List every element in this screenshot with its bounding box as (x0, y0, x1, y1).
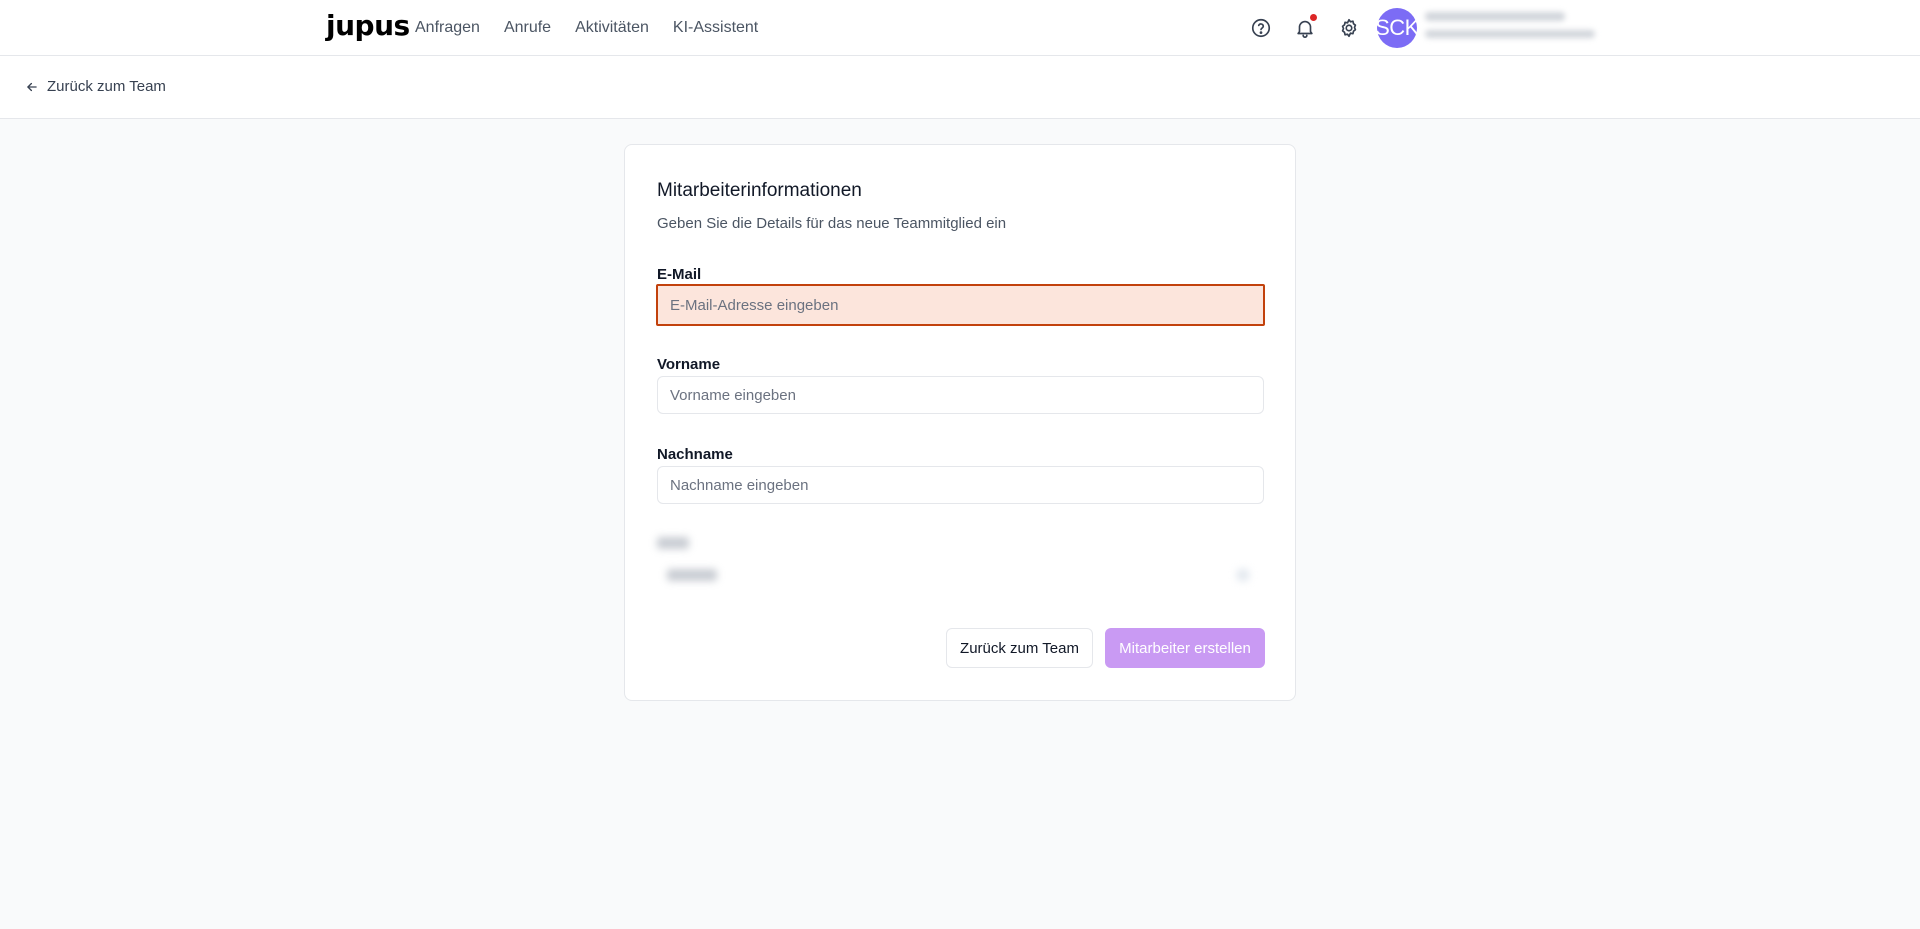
nav-link-ki-assistent[interactable]: KI-Assistent (673, 19, 758, 37)
cancel-back-to-team-button[interactable]: Zurück zum Team (946, 628, 1093, 668)
form-title: Mitarbeiterinformationen (657, 180, 862, 201)
email-field[interactable] (656, 284, 1265, 326)
email-label: E-Mail (657, 266, 702, 283)
user-avatar[interactable]: SCK (1375, 8, 1419, 48)
lastname-field[interactable] (657, 466, 1264, 504)
help-circle-icon (1251, 18, 1271, 38)
back-to-team-link[interactable]: Zurück zum Team (25, 78, 166, 95)
help-button[interactable] (1247, 14, 1275, 42)
role-select-blurred[interactable] (657, 535, 1264, 605)
arrow-left-icon (27, 82, 37, 91)
back-to-team-label: Zurück zum Team (47, 78, 166, 95)
jupus-logo[interactable]: jupus (326, 9, 410, 43)
lastname-label: Nachname (657, 446, 733, 463)
form-description: Geben Sie die Details für das neue Teamm… (657, 215, 1007, 232)
main-nav: Anfragen Anrufe Aktivitäten KI-Assistent (415, 0, 758, 56)
notifications-button[interactable] (1291, 14, 1319, 42)
firstname-field[interactable] (657, 376, 1264, 414)
notification-dot (1310, 14, 1317, 21)
user-info-blurred[interactable] (1425, 12, 1595, 38)
firstname-label: Vorname (657, 356, 721, 373)
create-employee-button[interactable]: Mitarbeiter erstellen (1105, 628, 1265, 668)
nav-link-anfragen[interactable]: Anfragen (415, 19, 480, 37)
employee-form-card: Mitarbeiterinformationen Geben Sie die D… (624, 144, 1296, 701)
nav-link-anrufe[interactable]: Anrufe (504, 19, 551, 37)
gear-icon (1341, 18, 1357, 38)
sub-header: Zurück zum Team (0, 56, 1920, 119)
top-navigation: jupus Anfragen Anrufe Aktivitäten KI-Ass… (0, 0, 1920, 56)
nav-link-aktivitaeten[interactable]: Aktivitäten (575, 19, 649, 37)
settings-button[interactable] (1335, 14, 1363, 42)
